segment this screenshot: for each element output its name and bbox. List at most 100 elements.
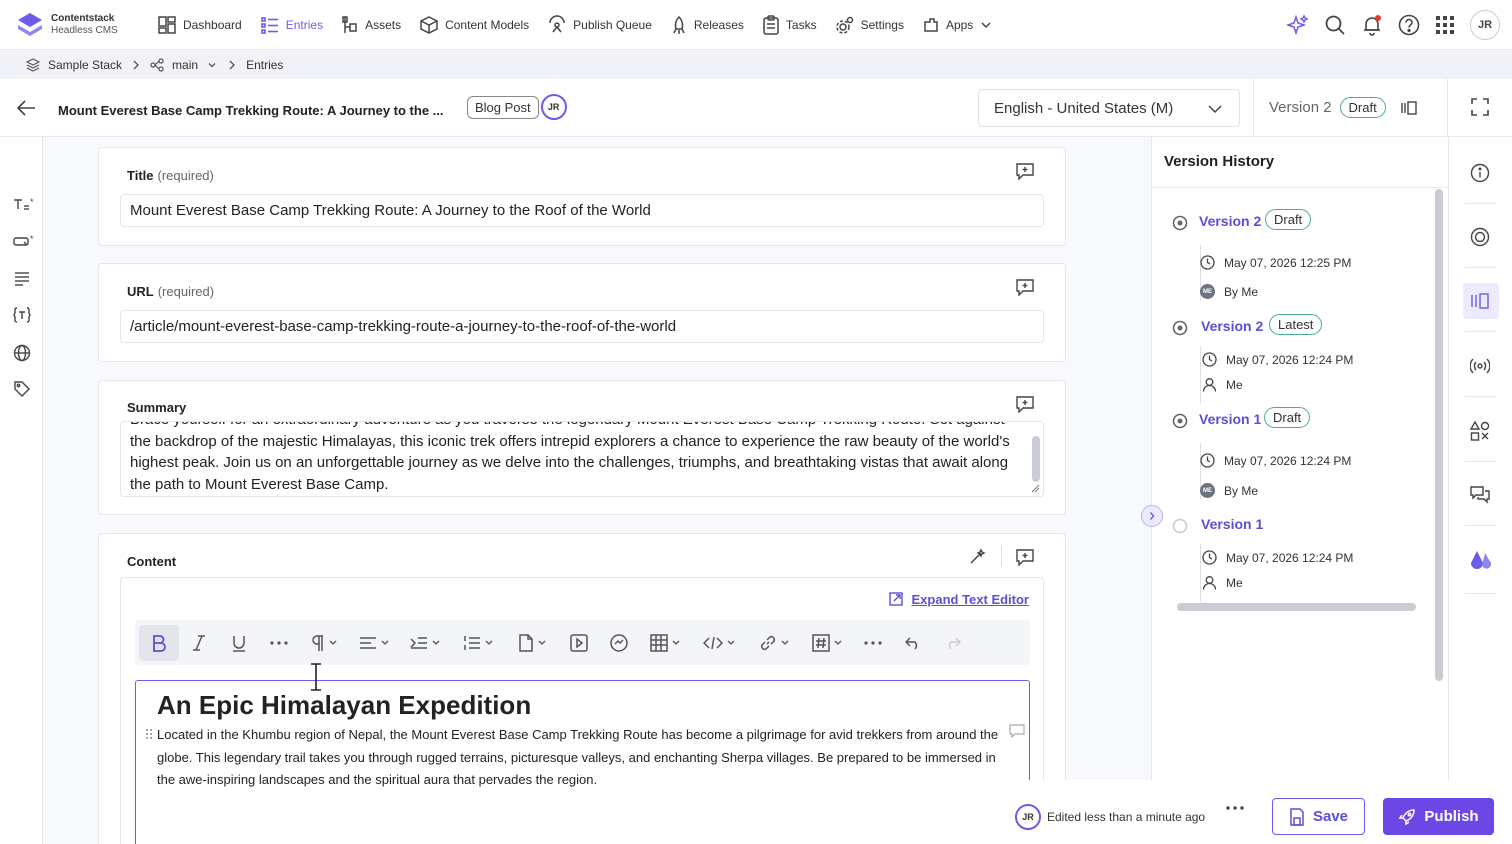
save-icon bbox=[1290, 807, 1304, 826]
version-name[interactable]: Version 2 bbox=[1201, 318, 1263, 334]
locale-select[interactable]: English - United States (M) bbox=[978, 89, 1240, 127]
version-name[interactable]: Version 2 bbox=[1199, 213, 1261, 229]
chevron-down-icon[interactable] bbox=[206, 59, 218, 71]
reference-button[interactable] bbox=[801, 625, 853, 661]
content-type-badge[interactable]: Blog Post bbox=[467, 95, 539, 119]
version-history-horizontal-scrollbar[interactable] bbox=[1177, 603, 1416, 611]
editor-content-area[interactable]: An Epic Himalayan Expedition Located in … bbox=[135, 680, 1030, 844]
nav-assets[interactable]: Assets bbox=[332, 0, 410, 50]
add-comment-icon[interactable] bbox=[1015, 162, 1035, 180]
chevron-right-icon bbox=[229, 60, 235, 70]
bold-button[interactable] bbox=[139, 624, 179, 661]
summary-scrollbar[interactable] bbox=[1032, 436, 1040, 482]
link-button[interactable] bbox=[747, 625, 801, 661]
brand[interactable]: Contentstack Headless CMS bbox=[0, 12, 148, 38]
version-name[interactable]: Version 1 bbox=[1201, 516, 1263, 532]
more-actions-button[interactable] bbox=[1226, 806, 1244, 810]
user-avatar[interactable]: JR bbox=[1470, 10, 1500, 40]
version-name[interactable]: Version 1 bbox=[1199, 411, 1261, 427]
redo-button[interactable] bbox=[933, 625, 973, 661]
broadcast-icon[interactable] bbox=[1470, 356, 1490, 376]
undo-button[interactable] bbox=[893, 625, 933, 661]
resize-handle-icon[interactable] bbox=[1030, 483, 1040, 493]
align-button[interactable] bbox=[349, 625, 399, 661]
version-history-title: Version History bbox=[1164, 153, 1275, 170]
comments-icon[interactable] bbox=[1470, 485, 1490, 505]
table-button[interactable] bbox=[639, 625, 691, 661]
nav-dashboard[interactable]: Dashboard bbox=[148, 0, 251, 50]
underline-button[interactable] bbox=[219, 625, 259, 661]
version-ring-icon bbox=[1172, 215, 1188, 231]
nav-apps[interactable]: Apps bbox=[913, 0, 1008, 50]
add-comment-icon[interactable] bbox=[1015, 395, 1035, 413]
add-comment-icon[interactable] bbox=[1015, 278, 1035, 296]
breadcrumb-section[interactable]: Entries bbox=[246, 58, 283, 72]
field-type-rail: * * bbox=[0, 137, 43, 844]
chevron-down-icon bbox=[538, 640, 545, 645]
summary-textarea[interactable]: Brace yourself for an extraordinary adve… bbox=[120, 421, 1044, 497]
nav-releases[interactable]: Releases bbox=[661, 0, 753, 50]
search-icon[interactable] bbox=[1324, 14, 1346, 36]
more-format-button[interactable] bbox=[259, 625, 299, 661]
globe-icon[interactable] bbox=[13, 344, 31, 362]
edited-status: Edited less than a minute ago bbox=[1047, 810, 1206, 824]
list-button[interactable] bbox=[451, 625, 505, 661]
save-button[interactable]: Save bbox=[1272, 798, 1365, 835]
version-date: May 07, 2026 12:24 PM bbox=[1224, 453, 1352, 468]
content-heading[interactable]: An Epic Himalayan Expedition bbox=[157, 690, 531, 721]
info-icon[interactable] bbox=[1470, 163, 1490, 183]
publish-button[interactable]: Publish bbox=[1383, 798, 1494, 835]
breadcrumb-stack[interactable]: Sample Stack bbox=[48, 58, 122, 72]
add-comment-icon[interactable] bbox=[1015, 548, 1035, 566]
video-button[interactable] bbox=[559, 625, 599, 661]
expand-text-editor-link[interactable]: Expand Text Editor bbox=[888, 591, 1030, 607]
target-icon[interactable] bbox=[1470, 227, 1490, 247]
version-history-vertical-scrollbar[interactable] bbox=[1435, 189, 1443, 681]
paragraph-button[interactable] bbox=[299, 625, 349, 661]
title-input[interactable]: Mount Everest Base Camp Trekking Route: … bbox=[120, 194, 1044, 227]
inline-comment-icon[interactable] bbox=[1009, 724, 1025, 738]
version-history-panel-icon[interactable] bbox=[1470, 292, 1490, 310]
embed-button[interactable] bbox=[599, 625, 639, 661]
ai-wand-icon[interactable] bbox=[969, 547, 987, 565]
rich-text-field-icon[interactable] bbox=[13, 307, 31, 323]
shapes-icon[interactable] bbox=[1470, 421, 1490, 441]
italic-button[interactable] bbox=[179, 625, 219, 661]
text-field-icon[interactable]: * bbox=[13, 197, 37, 211]
back-arrow-icon[interactable] bbox=[16, 99, 36, 117]
nav-publish-queue[interactable]: Publish Queue bbox=[538, 0, 661, 50]
panel-layout-icon[interactable] bbox=[1400, 100, 1418, 116]
code-button[interactable] bbox=[691, 625, 747, 661]
video-icon bbox=[570, 633, 588, 652]
chevron-down-icon bbox=[981, 21, 991, 28]
nav-content-models[interactable]: Content Models bbox=[410, 0, 538, 50]
asset-button[interactable] bbox=[505, 625, 559, 661]
help-icon[interactable] bbox=[1398, 14, 1420, 36]
app-grid-icon[interactable] bbox=[1435, 15, 1455, 35]
multiline-field-icon[interactable] bbox=[13, 270, 31, 286]
assets-icon bbox=[342, 15, 357, 33]
more-tools-button[interactable] bbox=[853, 625, 893, 661]
nav-assets-label: Assets bbox=[365, 17, 402, 32]
notification-bell-icon[interactable] bbox=[1361, 14, 1383, 36]
drag-handle-icon[interactable] bbox=[145, 728, 153, 740]
nav-tasks[interactable]: Tasks bbox=[753, 0, 826, 50]
expand-text-editor-label: Expand Text Editor bbox=[911, 591, 1030, 607]
link-field-icon[interactable]: * bbox=[13, 234, 37, 248]
url-input[interactable]: /article/mount-everest-base-camp-trekkin… bbox=[120, 310, 1044, 343]
content-paragraph[interactable]: Located in the Khumbu region of Nepal, t… bbox=[157, 724, 1007, 792]
tag-icon[interactable] bbox=[13, 380, 31, 398]
brand-kit-icon[interactable] bbox=[1470, 549, 1492, 569]
collapse-panel-button[interactable] bbox=[1141, 505, 1163, 527]
nav-entries[interactable]: Entries bbox=[251, 0, 332, 50]
version-history-panel: Version History Version 2 Draft May 07, … bbox=[1151, 137, 1449, 780]
assignee-avatar[interactable]: JR bbox=[540, 94, 567, 120]
redo-icon bbox=[948, 636, 961, 650]
indent-button[interactable] bbox=[399, 625, 451, 661]
breadcrumb-branch[interactable]: main bbox=[172, 58, 198, 72]
summary-field: Summary Brace yourself for an extraordin… bbox=[98, 380, 1066, 515]
nav-settings[interactable]: Settings bbox=[826, 0, 913, 50]
fullscreen-icon[interactable] bbox=[1470, 97, 1490, 117]
publish-label: Publish bbox=[1424, 808, 1479, 825]
ai-sparkle-icon[interactable] bbox=[1287, 14, 1309, 36]
